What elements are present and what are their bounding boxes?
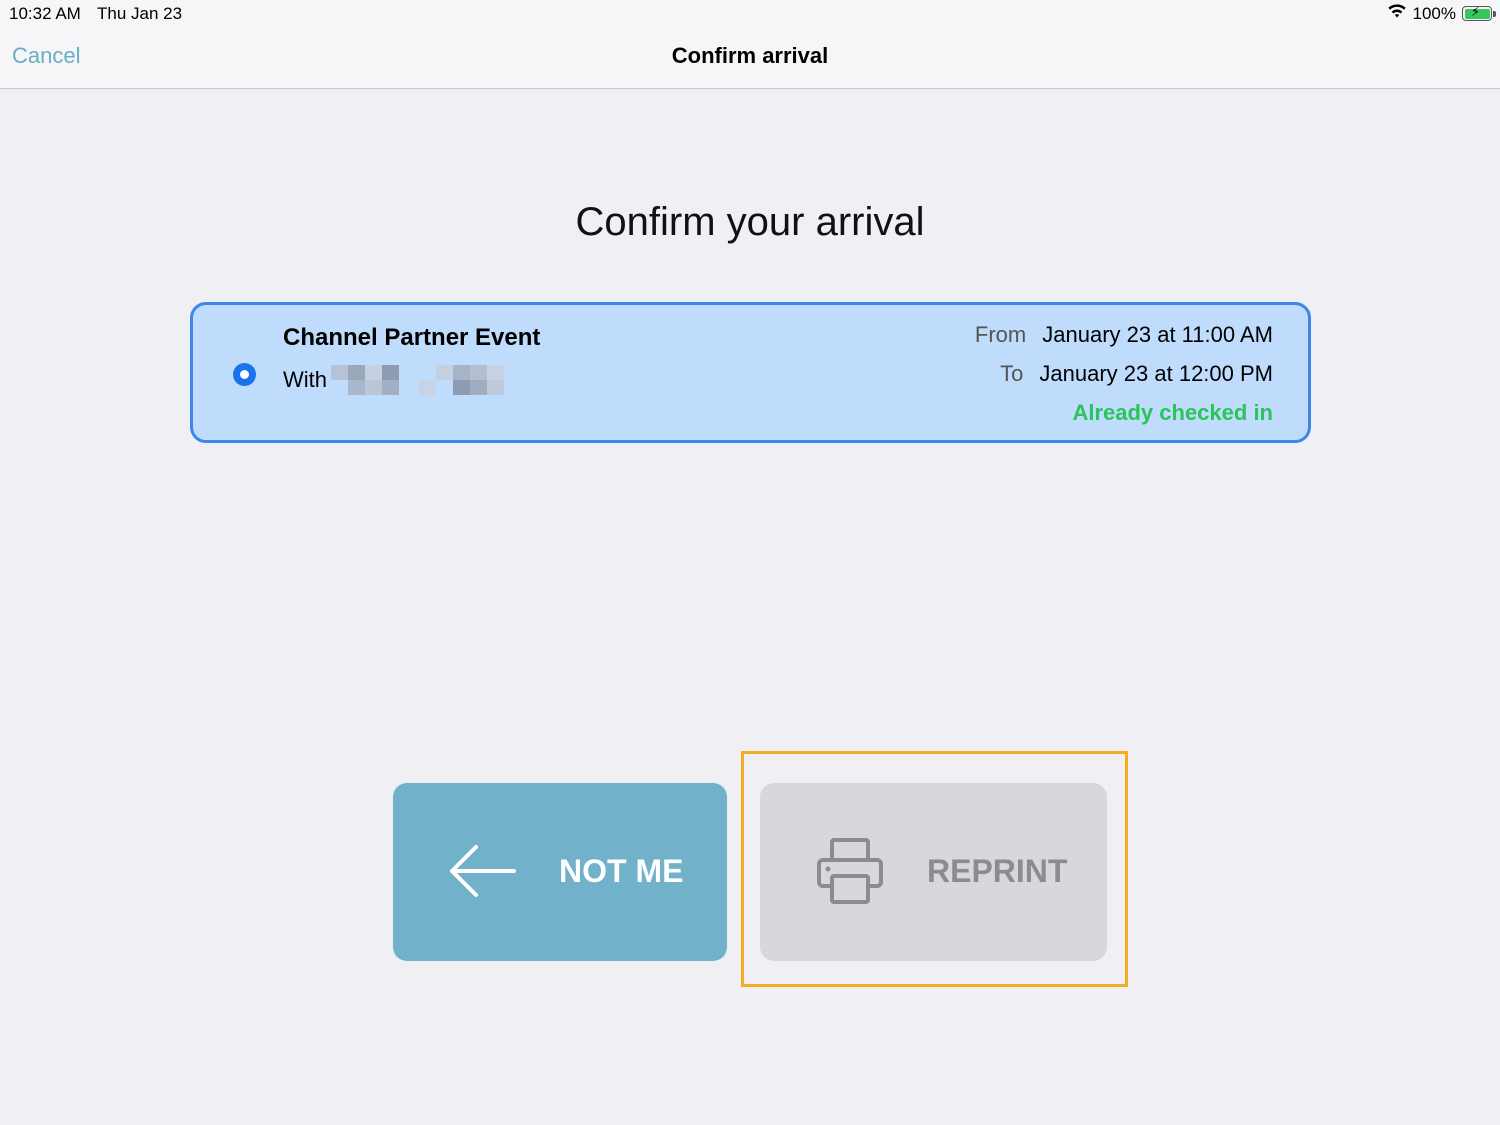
to-row: To January 23 at 12:00 PM xyxy=(975,361,1273,400)
with-label: With xyxy=(283,367,327,392)
event-title: Channel Partner Event xyxy=(283,324,541,351)
from-row: From January 23 at 11:00 AM xyxy=(975,322,1273,361)
battery-percentage: 100% xyxy=(1412,3,1456,23)
nav-title: Confirm arrival xyxy=(671,43,829,68)
arrow-left-icon xyxy=(448,843,518,904)
event-card[interactable]: Channel Partner Event With From January … xyxy=(190,302,1311,443)
from-label: From xyxy=(974,322,1027,347)
to-value: January 23 at 12:00 PM xyxy=(1039,361,1273,386)
status-bar: 10:32 AM Thu Jan 23 100% ⚡ xyxy=(0,0,1500,28)
printer-icon xyxy=(815,836,885,911)
not-me-label: NOT ME xyxy=(559,853,684,889)
event-host: With xyxy=(283,365,507,395)
reprint-label: REPRINT xyxy=(927,853,1068,889)
page-heading: Confirm your arrival xyxy=(575,200,925,244)
status-date: Thu Jan 23 xyxy=(97,4,183,23)
wifi-icon xyxy=(1387,3,1407,24)
not-me-button[interactable]: NOT ME xyxy=(393,783,727,961)
to-label: To xyxy=(1000,361,1024,386)
navigation-bar: Cancel Confirm arrival xyxy=(0,28,1500,89)
status-time: 10:32 AM xyxy=(9,4,81,23)
status-indicators: 100% ⚡ xyxy=(1387,3,1496,24)
from-value: January 23 at 11:00 AM xyxy=(1042,322,1273,347)
checked-in-status: Already checked in xyxy=(1072,400,1273,425)
reprint-button[interactable]: REPRINT xyxy=(760,783,1107,961)
event-times: From January 23 at 11:00 AM To January 2… xyxy=(975,322,1273,426)
redacted-host-name xyxy=(331,365,507,395)
battery-charging-icon: ⚡ xyxy=(1462,4,1496,21)
selected-radio-icon[interactable] xyxy=(233,363,256,386)
